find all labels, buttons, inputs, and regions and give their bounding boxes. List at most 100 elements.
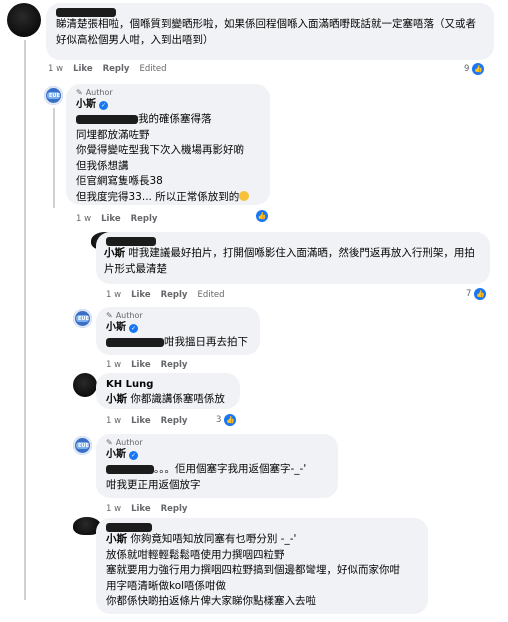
edited-label[interactable]: Edited [139, 64, 166, 74]
redacted-mention [106, 337, 164, 347]
comment-actions: 1 w Like Reply Edited [48, 64, 167, 74]
edited-label[interactable]: Edited [197, 290, 224, 300]
reaction-number: 7 [466, 289, 472, 299]
comment-bubble: ✎ Author 小斯 ✓ 。。。佢用個塞字我用返個塞字-_-' 咁我更正用返個放字 [96, 434, 338, 498]
comment-author[interactable]: KH Lung [106, 378, 230, 392]
mention-link[interactable]: 小斯 [106, 393, 127, 405]
comment-text: 我的確係塞得落 [76, 112, 260, 128]
reaction-count[interactable]: 7 👍 [466, 288, 487, 300]
like-button[interactable]: Like [131, 290, 151, 300]
mention-link[interactable]: 小斯 [106, 533, 127, 545]
comment-bubble: 小斯 咁我建議最好拍片，打開個喺影住入面滿晒，然後門返再放入行刑架，用拍片形式最… [96, 232, 490, 284]
pencil-icon: ✎ [106, 438, 113, 447]
comment-thread: 睇清楚張相啦，個喺質到變晒形啦，如果係回程個喺入面滿晒嘢既話就一定塞唔落（又或者… [0, 0, 508, 622]
comment-author[interactable] [56, 8, 484, 17]
reply-button[interactable]: Reply [103, 64, 130, 74]
comment-bubble: 睇清楚張相啦，個喺質到變晒形啦，如果係回程個喺入面滿晒嘢既話就一定塞唔落（又或者… [46, 3, 494, 60]
comment-time[interactable]: 1 w [106, 504, 121, 514]
redacted-mention [76, 114, 138, 124]
comment-line: 你覺得變咗型我下次入機場再影好啲 [76, 144, 244, 156]
comment-time[interactable]: 1 w [48, 64, 63, 74]
reply-button[interactable]: Reply [161, 290, 188, 300]
comment-author[interactable]: 小斯 ✓ [76, 98, 260, 112]
comment-actions: 1 w Like Reply [106, 504, 187, 514]
reaction-count[interactable]: 3 👍 [216, 414, 237, 426]
comment-line: 同埋都放滿咗野 [76, 128, 150, 141]
like-button[interactable]: Like [131, 416, 151, 426]
reply-button[interactable]: Reply [161, 360, 188, 370]
verified-icon: ✓ [129, 323, 138, 333]
comment-actions: 1 w Like Reply [106, 416, 187, 426]
comment-time[interactable]: 1 w [76, 214, 91, 224]
reaction-count[interactable]: 9 👍 [464, 63, 485, 75]
avatar[interactable]: EUE [44, 86, 63, 105]
reply-button[interactable]: Reply [161, 504, 188, 514]
author-badge-label: Author [115, 438, 143, 447]
reaction-number: 9 [464, 64, 470, 74]
author-name: 小斯 [106, 322, 126, 333]
reaction-number: 3 [216, 415, 222, 425]
author-name: 小斯 [106, 449, 126, 460]
pencil-icon: ✎ [76, 88, 83, 97]
comment-author[interactable]: 小斯 ✓ [106, 321, 250, 335]
comment-actions: 1 w Like Reply Edited [106, 290, 225, 300]
comment-text: 小斯 咁我建議最好拍片，打開個喺影住入面滿晒，然後門返再放入行刑架，用拍片形式最… [104, 247, 475, 275]
author-badge-label: Author [85, 88, 113, 97]
comment-text: 。。。佢用個塞字我用返個塞字-_-' [106, 462, 328, 478]
comment-text: 小斯 你都識講係塞唔係放 [106, 393, 225, 405]
comment-line: 佢官網寫隻喺長38 [76, 175, 163, 187]
like-button[interactable]: Like [101, 214, 121, 224]
avatar[interactable] [73, 373, 97, 397]
comment-bubble: KH Lung 小斯 你都識講係塞唔係放 [96, 373, 240, 409]
comment-time[interactable]: 1 w [106, 290, 121, 300]
like-button[interactable]: Like [131, 360, 151, 370]
thread-line [53, 108, 55, 208]
like-reaction-icon: 👍 [474, 288, 487, 300]
verified-icon: ✓ [129, 450, 138, 460]
author-badge: ✎ Author [106, 310, 250, 321]
redacted-name [106, 237, 156, 246]
comment-line: 你都係快啲拍返條片俾大家睇你點樣塞入去啦 [106, 595, 316, 607]
comment-line: 塞就要用力強行用力撰咽四粒野搞到個邊都彎埋，好似而家你咁 [106, 564, 400, 576]
comment-author[interactable]: 小斯 ✓ [106, 448, 328, 462]
author-badge: ✎ Author [76, 87, 260, 98]
comment-text: 睇清楚張相啦，個喺質到變晒形啦，如果係回程個喺入面滿晒嘢既話就一定塞唔落（又或者… [56, 18, 476, 46]
comment-line: 咁我更正用返個放字 [106, 478, 201, 491]
comment-actions: 1 w Like Reply [106, 360, 187, 370]
grin-emoji-icon [239, 190, 250, 201]
redacted-mention [106, 464, 154, 474]
like-reaction-icon: 👍 [472, 63, 485, 75]
author-name: 小斯 [76, 99, 96, 110]
like-reaction-icon: 👍 [224, 414, 237, 426]
like-button[interactable]: Like [73, 64, 93, 74]
comment-line: 用字唔清晰做kol唔係咁做 [106, 579, 227, 592]
comment-text: 小斯 你夠竟知唔知放同塞有乜嘢分別 -_-' [106, 533, 297, 545]
comment-line: 但我係想講 [76, 159, 129, 172]
mention-link[interactable]: 小斯 [104, 247, 125, 259]
comment-line: 但我度完得33... 所以正常係放到的 [76, 190, 260, 206]
comment-time[interactable]: 1 w [106, 416, 121, 426]
reaction-count[interactable]: 👍 [256, 210, 268, 222]
author-badge: ✎ Author [106, 437, 328, 448]
comment-author[interactable] [106, 523, 418, 532]
comment-author[interactable] [106, 237, 480, 246]
redacted-name [106, 523, 152, 532]
comment-line: 放係就咁輕輕鬆鬆唔使用力撰咽四粒野 [106, 548, 285, 561]
like-button[interactable]: Like [131, 504, 151, 514]
comment-time[interactable]: 1 w [106, 360, 121, 370]
avatar[interactable] [7, 3, 41, 37]
verified-icon: ✓ [99, 100, 108, 110]
reply-button[interactable]: Reply [161, 416, 188, 426]
comment-bubble: ✎ Author 小斯 ✓ 咁我搵日再去拍下 [96, 307, 260, 355]
comment-actions: 1 w Like Reply [76, 214, 157, 224]
pencil-icon: ✎ [106, 311, 113, 320]
redacted-name [56, 8, 116, 17]
author-badge-label: Author [115, 311, 143, 320]
reply-button[interactable]: Reply [131, 214, 158, 224]
avatar[interactable]: EUE [73, 436, 92, 455]
thread-line [24, 40, 26, 600]
comment-bubble: ✎ Author 小斯 ✓ 我的確係塞得落 同埋都放滿咗野 你覺得變咗型我下次入機場… [66, 84, 270, 205]
comment-text: 咁我搵日再去拍下 [106, 335, 250, 351]
avatar[interactable]: EUE [73, 309, 92, 328]
like-reaction-icon: 👍 [256, 210, 268, 222]
